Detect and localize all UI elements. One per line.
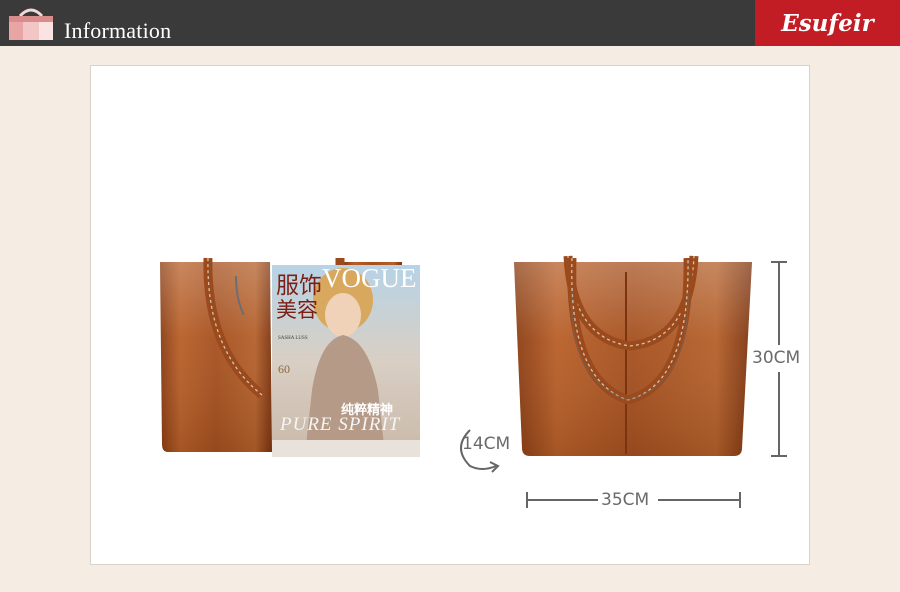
magazine-small-number: 60 <box>278 362 290 376</box>
magazine-small-name: SASHA LUSS <box>278 336 308 341</box>
bag-dimensions-view <box>514 255 752 456</box>
product-illustration <box>160 255 787 508</box>
magazine-cn-title-2: 美容 <box>276 298 318 322</box>
magazine-brand: VOGUE <box>322 263 417 293</box>
depth-label: 14CM <box>462 434 511 454</box>
magazine-en-subtitle: PURE SPIRIT <box>280 414 401 435</box>
height-label: 30CM <box>752 348 801 368</box>
width-label: 35CM <box>601 490 650 510</box>
